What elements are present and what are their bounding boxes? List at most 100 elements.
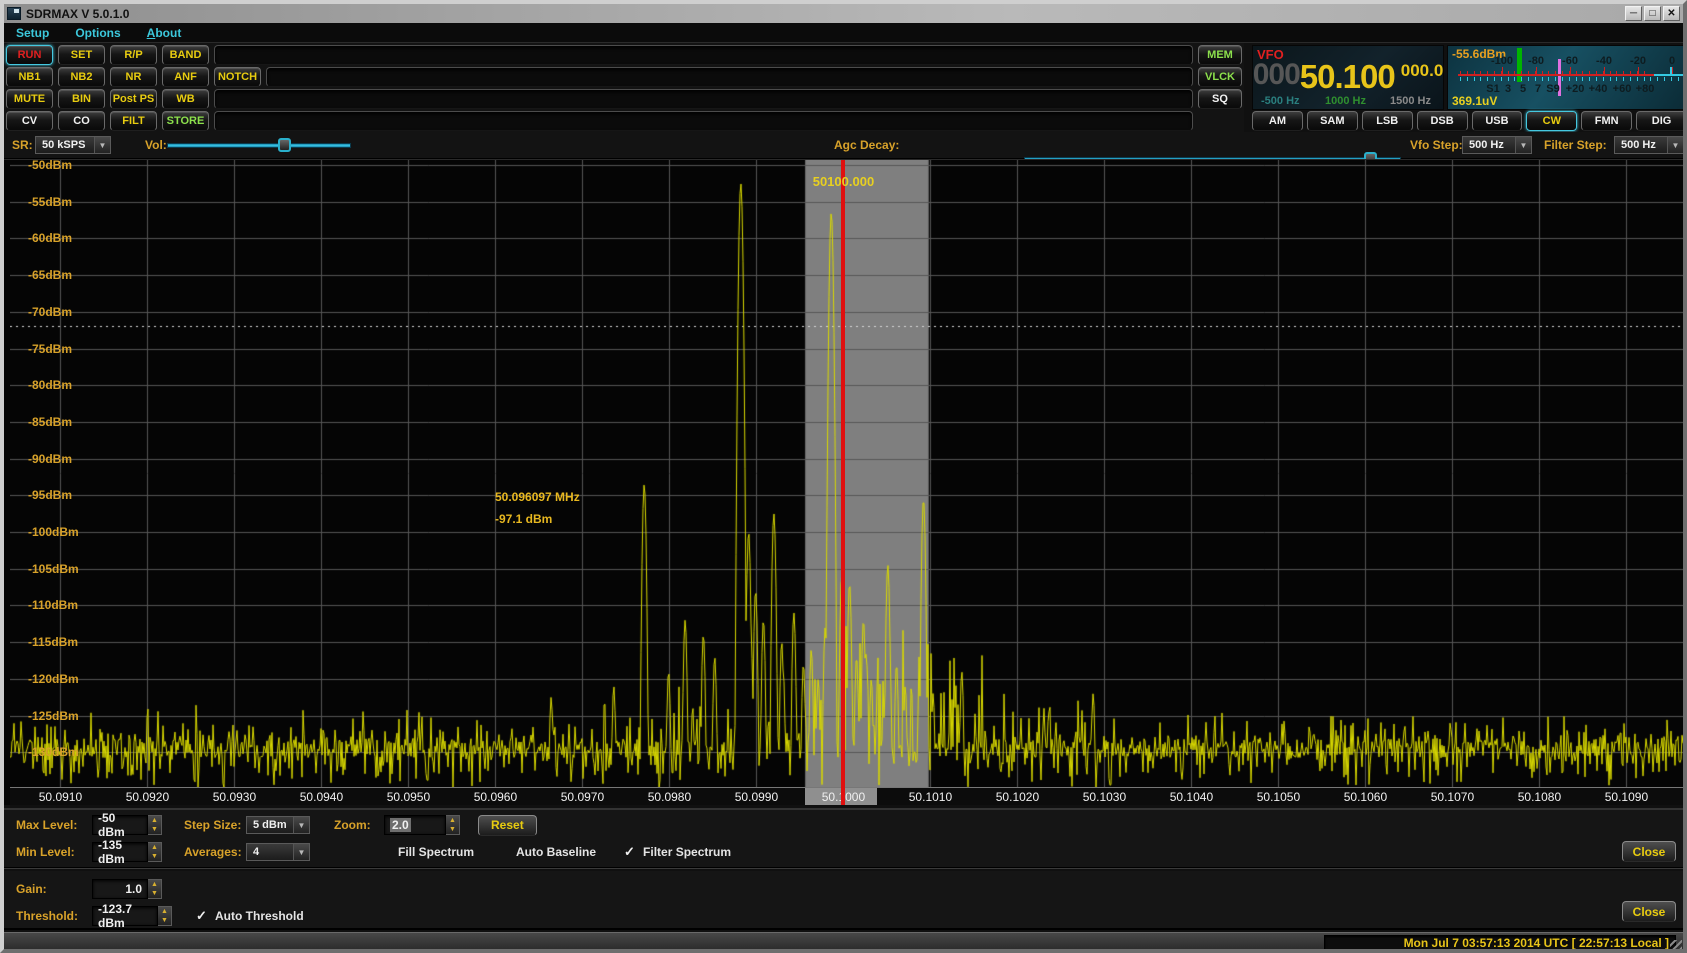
button-vlck[interactable]: VLCK	[1198, 67, 1242, 87]
meter-bottom-scale-label: +20	[1566, 83, 1585, 95]
fill-spectrum-checkbox[interactable]: Fill Spectrum	[398, 845, 474, 859]
mode-button-am[interactable]: AM	[1252, 111, 1303, 131]
volume-slider-track[interactable]	[167, 143, 351, 148]
menu-bar: Setup Options About	[4, 23, 1683, 43]
spin-down-icon[interactable]: ▼	[148, 889, 161, 898]
mode-button-cw[interactable]: CW	[1526, 111, 1577, 131]
threshold-stepper[interactable]: -123.7 dBm ▲▼	[92, 906, 172, 926]
meter-bottom-scale-label: S9	[1546, 83, 1559, 95]
button-bin[interactable]: BIN	[58, 89, 105, 109]
zoom-label: Zoom:	[334, 818, 376, 832]
zoom-stepper[interactable]: 2.0 ▲▼	[384, 815, 460, 835]
spectrum-settings-panel: Max Level: -50 dBm ▲▼ Step Size: 5 dBm ▼…	[4, 808, 1683, 869]
zoom-value[interactable]: 2.0	[384, 815, 446, 835]
frequency-tick-label: 50.1010	[909, 790, 952, 804]
button-post-ps[interactable]: Post PS	[110, 89, 157, 109]
spin-up-icon[interactable]: ▲	[446, 816, 459, 825]
sample-rate-select[interactable]: 50 kSPS ▼	[35, 136, 111, 154]
vfo-display[interactable]: VFO 00050.100000.0 -500 Hz1000 Hz1500 Hz	[1252, 45, 1444, 110]
title-bar[interactable]: SDRMAX V 5.0.1.0 ─ □ ✕	[4, 4, 1683, 23]
dbm-tick-label: -60dBm	[28, 231, 72, 245]
vfo-digits-sub: 000.0	[1401, 61, 1444, 81]
mode-button-usb[interactable]: USB	[1472, 111, 1523, 131]
auto-threshold-checkbox[interactable]: ✓ Auto Threshold	[196, 908, 304, 924]
auto-baseline-checkbox[interactable]: Auto Baseline	[516, 845, 596, 859]
meter-tick-cyan	[1474, 77, 1475, 81]
meter-tick-cyan	[1616, 77, 1617, 81]
max-level-value[interactable]: -50 dBm	[92, 815, 148, 835]
gain-label: Gain:	[16, 882, 84, 896]
menu-item-options[interactable]: Options	[75, 26, 120, 40]
frequency-tick-label: 50.1090	[1605, 790, 1648, 804]
button-nb2[interactable]: NB2	[58, 67, 105, 87]
spin-up-icon[interactable]: ▲	[148, 880, 161, 889]
mode-button-lsb[interactable]: LSB	[1362, 111, 1413, 131]
mode-button-dsb[interactable]: DSB	[1417, 111, 1468, 131]
spectrum-display[interactable]: -50dBm-55dBm-60dBm-65dBm-70dBm-75dBm-80d…	[4, 159, 1683, 805]
gain-stepper[interactable]: 1.0 ▲▼	[92, 879, 162, 899]
resize-grip[interactable]	[1670, 940, 1682, 952]
button-wb[interactable]: WB	[162, 89, 209, 109]
volume-slider-handle[interactable]	[278, 138, 291, 152]
spin-up-icon[interactable]: ▲	[148, 843, 161, 852]
carrier-line	[841, 160, 845, 805]
button-nr[interactable]: NR	[110, 67, 157, 87]
button-store[interactable]: STORE	[162, 111, 209, 131]
spin-down-icon[interactable]: ▼	[148, 852, 161, 861]
vfo-frequency[interactable]: 00050.100000.0	[1253, 58, 1443, 96]
threshold-value[interactable]: -123.7 dBm	[92, 906, 158, 926]
minimize-icon[interactable]: ─	[1625, 6, 1642, 21]
button-sq[interactable]: SQ	[1198, 89, 1242, 109]
step-size-label: Step Size:	[184, 818, 246, 832]
spin-down-icon[interactable]: ▼	[158, 916, 171, 925]
close-icon[interactable]: ✕	[1663, 6, 1680, 21]
spectrum-canvas[interactable]	[10, 160, 1683, 787]
spin-down-icon[interactable]: ▼	[148, 825, 161, 834]
sr-label: SR:	[12, 138, 33, 152]
mode-button-sam[interactable]: SAM	[1307, 111, 1358, 131]
button-mem[interactable]: MEM	[1198, 45, 1242, 65]
mode-button-row: AMSAMLSBDSBUSBCWFMNDIG	[1252, 111, 1687, 132]
volume-slider[interactable]	[167, 138, 351, 152]
max-level-stepper[interactable]: -50 dBm ▲▼	[92, 815, 162, 835]
min-level-stepper[interactable]: -135 dBm ▲▼	[92, 842, 162, 862]
frequency-tick-label: 50.1080	[1518, 790, 1561, 804]
button-run[interactable]: RUN	[6, 45, 53, 65]
step-size-select[interactable]: 5 dBm ▼	[246, 816, 310, 834]
button-notch[interactable]: NOTCH	[214, 67, 261, 87]
vfo-step-select[interactable]: 500 Hz ▼	[1462, 136, 1532, 154]
button-cv[interactable]: CV	[6, 111, 53, 131]
button-r-p[interactable]: R/P	[110, 45, 157, 65]
reset-button[interactable]: Reset	[478, 815, 537, 836]
close-button[interactable]: Close	[1622, 901, 1676, 922]
close-button[interactable]: Close	[1622, 841, 1676, 862]
button-nb1[interactable]: NB1	[6, 67, 53, 87]
mode-button-dig[interactable]: DIG	[1636, 111, 1687, 131]
filter-spectrum-checkbox[interactable]: ✓ Filter Spectrum	[624, 844, 731, 860]
button-set[interactable]: SET	[58, 45, 105, 65]
button-co[interactable]: CO	[58, 111, 105, 131]
button-filt[interactable]: FILT	[110, 111, 157, 131]
spin-up-icon[interactable]: ▲	[148, 816, 161, 825]
meter-scale-line-cyan	[1654, 74, 1684, 76]
button-band[interactable]: BAND	[162, 45, 209, 65]
menu-item-about[interactable]: About	[147, 26, 182, 40]
button-anf[interactable]: ANF	[162, 67, 209, 87]
menu-item-setup[interactable]: Setup	[16, 26, 49, 40]
dbm-tick-label: -70dBm	[28, 305, 72, 319]
maximize-icon[interactable]: □	[1644, 6, 1661, 21]
spin-up-icon[interactable]: ▲	[158, 907, 171, 916]
meter-tick-cyan	[1521, 77, 1522, 81]
averages-select[interactable]: 4 ▼	[246, 843, 310, 861]
dbm-tick-label: -110dBm	[28, 598, 78, 612]
min-level-value[interactable]: -135 dBm	[92, 842, 148, 862]
dbm-tick-label: -80dBm	[28, 378, 72, 392]
max-level-label: Max Level:	[16, 818, 84, 832]
signal-meter: -55.6dBm 369.1uV -100-80-60-40-200S1357S…	[1447, 45, 1687, 110]
button-mute[interactable]: MUTE	[6, 89, 53, 109]
spin-down-icon[interactable]: ▼	[446, 825, 459, 834]
gain-value[interactable]: 1.0	[92, 879, 148, 899]
mode-button-fmn[interactable]: FMN	[1581, 111, 1632, 131]
filter-step-value: 500 Hz	[1621, 139, 1656, 151]
filter-step-select[interactable]: 500 Hz ▼	[1614, 136, 1684, 154]
